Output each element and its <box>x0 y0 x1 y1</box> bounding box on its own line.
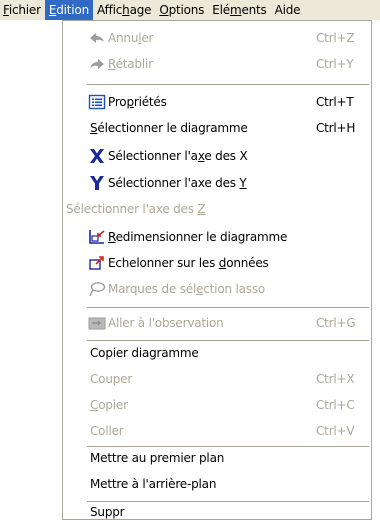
menu-item-label: Redimensionner le diagramme <box>108 230 288 244</box>
menu-elements[interactable]: Eléments <box>208 0 270 20</box>
menu-item-send-to-back[interactable]: Mettre à l'arrière-plan <box>64 471 370 497</box>
shortcut-label: Ctrl+V <box>316 424 355 438</box>
menu-edition[interactable]: Edition <box>44 0 93 20</box>
menu-label-pre: Aide <box>274 3 301 17</box>
menu-item-label: Couper <box>90 372 133 386</box>
menu-label-pre: Affic <box>96 3 123 17</box>
menu-item-scale-to-data[interactable]: Echelonner sur les données <box>64 250 370 276</box>
menu-label-rest: ichier <box>8 3 41 17</box>
menu-label-rest: ptions <box>168 3 205 17</box>
menu-item-delete[interactable]: Suppr <box>64 499 370 520</box>
menu-item-label: Mettre au premier plan <box>90 451 225 465</box>
menu-item-label: Suppr <box>90 505 125 519</box>
menu-item-label: Aller à l'observation <box>108 316 224 330</box>
menu-aide[interactable]: Aide <box>271 0 305 20</box>
resize-diagram-icon <box>89 230 105 244</box>
menu-item-paste[interactable]: Coller Ctrl+V <box>64 418 370 444</box>
menu-item-label: Sélectionner l'axe des Z <box>66 202 206 216</box>
menu-label-pre: Elé <box>212 3 230 17</box>
menu-separator <box>87 307 369 308</box>
menu-item-label: Copier diagramme <box>90 346 199 360</box>
scale-data-icon <box>89 256 104 270</box>
menu-item-select-diagram[interactable]: Sélectionner le diagramme Ctrl+H <box>64 115 370 141</box>
menu-label-rest: age <box>129 3 152 17</box>
x-axis-icon <box>90 149 104 163</box>
menu-label-rest: ents <box>241 3 267 17</box>
menu-item-properties[interactable]: Propriétés Ctrl+T <box>64 89 370 115</box>
menu-mnemonic: O <box>159 3 169 17</box>
shortcut-label: Ctrl+H <box>316 121 356 135</box>
shortcut-label: Ctrl+Y <box>316 57 354 71</box>
shortcut-label: Ctrl+C <box>316 398 355 412</box>
properties-icon <box>88 94 106 110</box>
menu-separator <box>87 84 369 85</box>
shortcut-label: Ctrl+T <box>316 95 354 109</box>
menu-affichage[interactable]: Affichage <box>93 0 155 20</box>
menu-item-copy-diagram[interactable]: Copier diagramme <box>64 340 370 366</box>
menu-item-go-to-observation[interactable]: Aller à l'observation Ctrl+G <box>64 310 370 336</box>
menu-item-label: Coller <box>90 424 124 438</box>
observation-icon <box>88 317 106 330</box>
shortcut-label: Ctrl+Z <box>316 31 355 45</box>
menu-options[interactable]: Options <box>155 0 208 20</box>
shortcut-label: Ctrl+G <box>316 316 356 330</box>
menu-item-label: Propriétés <box>108 95 167 109</box>
menu-item-resize-diagram[interactable]: Redimensionner le diagramme <box>64 224 370 250</box>
shortcut-label: Ctrl+X <box>316 372 355 386</box>
menu-mnemonic: h <box>122 3 130 17</box>
menu-item-label: Rétablir <box>108 57 153 71</box>
menu-item-label: Echelonner sur les données <box>108 256 269 270</box>
menu-bar: Fichier Edition Affichage Options Elémen… <box>0 0 380 20</box>
redo-arrow-icon <box>90 59 104 69</box>
menu-item-select-x-axis[interactable]: Sélectionner l'axe des X <box>64 143 370 169</box>
menu-label-rest: dition <box>56 3 89 17</box>
menu-item-redo[interactable]: Rétablir Ctrl+Y <box>64 51 370 77</box>
edition-dropdown-menu: Annuler Ctrl+Z Rétablir Ctrl+Y Propriété… <box>62 20 372 520</box>
menu-item-bring-to-front[interactable]: Mettre au premier plan <box>64 445 370 471</box>
menu-item-label: Mettre à l'arrière-plan <box>90 477 217 491</box>
menu-item-lasso-selection[interactable]: Marques de sélection lasso <box>64 276 370 302</box>
menu-item-select-z-axis[interactable]: Sélectionner l'axe des Z <box>64 196 370 222</box>
menu-item-label: Marques de sélection lasso <box>108 282 266 296</box>
menu-item-label: Sélectionner l'axe des X <box>108 149 248 163</box>
menu-item-copy[interactable]: Copier Ctrl+C <box>64 392 370 418</box>
menu-item-label: Annuler <box>108 31 154 45</box>
menu-item-label: Copier <box>90 398 128 412</box>
lasso-icon <box>89 282 106 297</box>
menu-item-label: Sélectionner le diagramme <box>90 121 248 135</box>
menu-item-cut[interactable]: Couper Ctrl+X <box>64 366 370 392</box>
menu-item-select-y-axis[interactable]: Sélectionner l'axe des Y <box>64 170 370 196</box>
menu-mnemonic: m <box>229 3 242 17</box>
menu-fichier[interactable]: Fichier <box>0 0 45 20</box>
menu-item-label: Sélectionner l'axe des Y <box>108 176 247 190</box>
menu-item-undo[interactable]: Annuler Ctrl+Z <box>64 25 370 51</box>
y-axis-icon <box>90 176 104 190</box>
undo-arrow-icon <box>90 33 104 43</box>
